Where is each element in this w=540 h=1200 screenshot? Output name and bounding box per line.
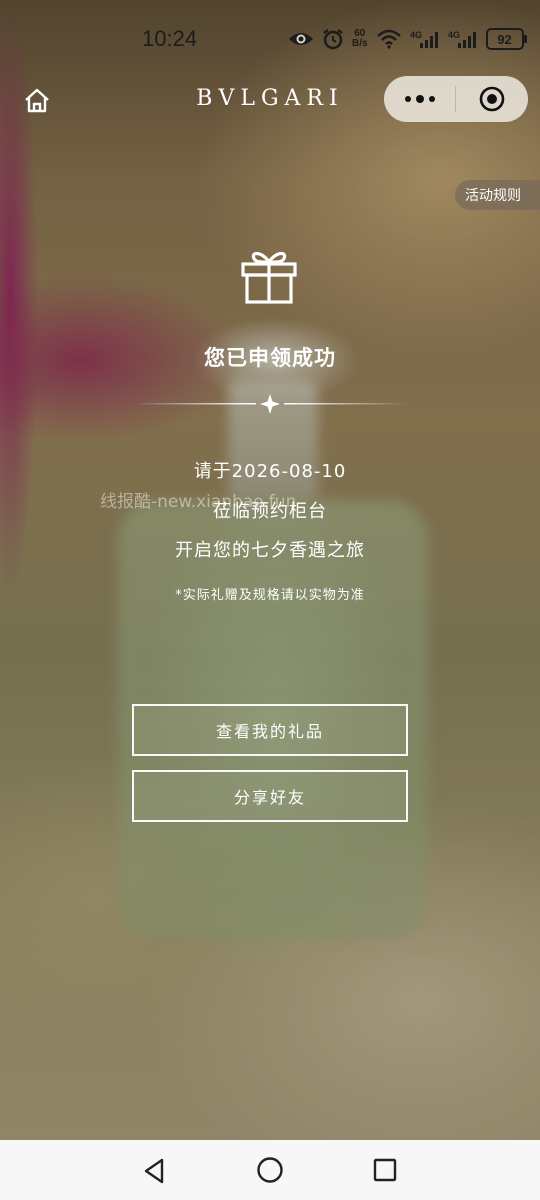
net-speed: 60 B/s bbox=[352, 28, 368, 49]
home-button[interactable] bbox=[22, 86, 52, 116]
visit-counter-line: 莅临预约柜台 bbox=[213, 501, 327, 522]
status-icons: 60 B/s 4G 4G 92 bbox=[288, 28, 527, 50]
mini-program-capsule bbox=[384, 76, 528, 122]
svg-text:4G: 4G bbox=[448, 30, 460, 40]
journey-line: 开启您的七夕香遇之旅 bbox=[175, 540, 365, 561]
target-close-icon bbox=[479, 86, 505, 112]
activity-rules-tab[interactable]: 活动规则 bbox=[455, 180, 540, 210]
success-title: 您已申领成功 bbox=[204, 346, 336, 370]
alarm-icon bbox=[322, 28, 344, 50]
screen: 10:24 60 B/s 4G 4G 92 BVLGARI 活动规则 您已申领成… bbox=[0, 0, 540, 1200]
svg-text:4G: 4G bbox=[410, 30, 422, 40]
system-nav-bar bbox=[0, 1140, 540, 1200]
signal-icon-2: 4G bbox=[448, 29, 478, 49]
close-button[interactable] bbox=[456, 76, 528, 122]
eye-icon bbox=[288, 30, 314, 48]
home-circle-icon[interactable] bbox=[256, 1156, 284, 1184]
status-time: 10:24 bbox=[142, 26, 198, 51]
share-friends-button[interactable]: 分享好友 bbox=[132, 770, 408, 822]
battery-icon: 92 bbox=[485, 28, 527, 50]
gift-icon bbox=[241, 251, 297, 304]
status-bar: 10:24 60 B/s 4G 4G 92 bbox=[0, 0, 540, 78]
signal-icon: 4G bbox=[410, 29, 440, 49]
home-icon bbox=[25, 88, 49, 113]
disclaimer-note: *实际礼赠及规格请以实物为准 bbox=[175, 588, 365, 603]
visit-date-line: 请于2026-08-10 bbox=[193, 461, 347, 482]
more-button[interactable] bbox=[384, 76, 455, 122]
view-my-gift-button[interactable]: 查看我的礼品 bbox=[132, 704, 408, 756]
more-dots-icon bbox=[404, 96, 411, 102]
recent-apps-icon[interactable] bbox=[373, 1158, 397, 1182]
brand-logo: BVLGARI bbox=[196, 86, 344, 111]
sparkle-divider bbox=[132, 394, 408, 414]
wifi-icon bbox=[376, 29, 402, 49]
back-icon[interactable] bbox=[140, 1156, 170, 1186]
